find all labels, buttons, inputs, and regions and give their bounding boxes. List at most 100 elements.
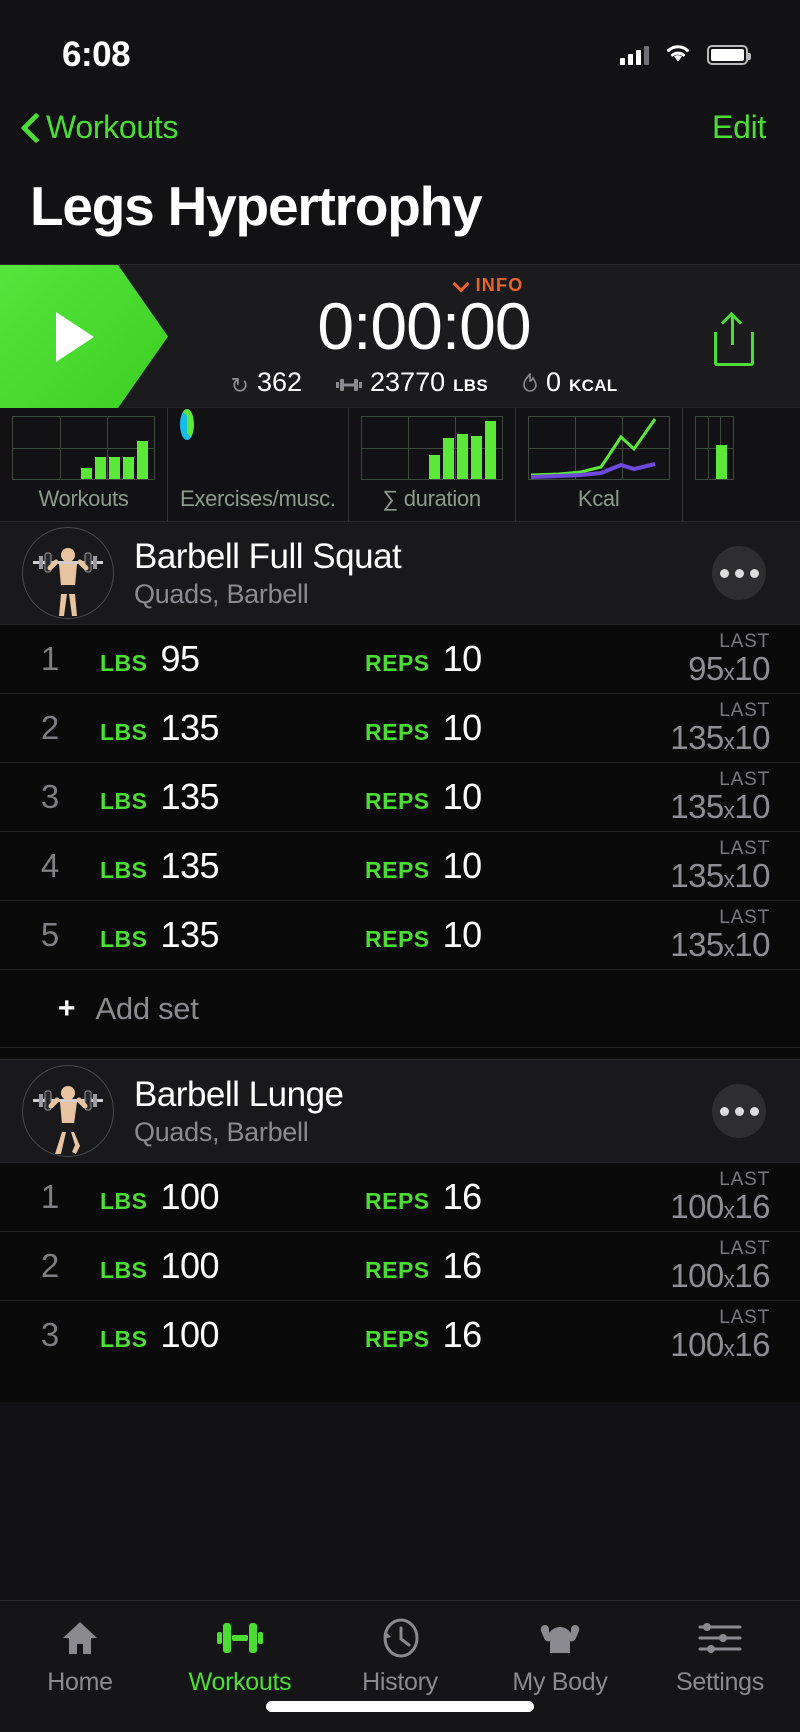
last-weight: 135 [670, 925, 724, 963]
last-caption: LAST [719, 630, 770, 652]
set-weight-field[interactable]: LBS 135 [100, 914, 365, 956]
set-number: 2 [40, 709, 60, 746]
reps-label: REPS [365, 650, 430, 676]
set-weight-field[interactable]: LBS 135 [100, 845, 365, 887]
set-reps-field[interactable]: REPS 16 [365, 1176, 482, 1218]
sliders-icon [697, 1615, 743, 1661]
stat-calories: 0 KCAL [522, 367, 617, 398]
tab-home[interactable]: Home [0, 1615, 160, 1697]
reps-label: REPS [365, 788, 430, 814]
set-weight-field[interactable]: LBS 100 [100, 1176, 365, 1218]
edit-button[interactable]: Edit [712, 109, 766, 146]
navigation-bar: Workouts Edit [0, 92, 800, 162]
add-set-button[interactable]: + Add set [0, 969, 800, 1047]
table-row[interactable]: 4 LBS 135 REPS 10 LAST 135x10 [0, 831, 800, 900]
set-last-performance: LAST 135x10 [670, 699, 770, 756]
reps-label: REPS [365, 926, 430, 952]
timer-value: 0:00:00 [317, 288, 531, 363]
weight-label: LBS [100, 1188, 148, 1214]
table-row[interactable]: 1 LBS 100 REPS 16 LAST 100x16 [0, 1162, 800, 1231]
set-reps-field[interactable]: REPS 10 [365, 845, 482, 887]
tab-my-body[interactable]: My Body [480, 1615, 640, 1697]
last-weight: 95 [688, 649, 724, 687]
table-row[interactable]: 5 LBS 135 REPS 10 LAST 135x10 [0, 900, 800, 969]
exercise-header[interactable]: Barbell Lunge Quads, Barbell [0, 1059, 800, 1162]
exercise-more-options-button[interactable] [712, 546, 766, 600]
reps-value: 10 [442, 638, 483, 679]
weight-value: 95 [160, 638, 201, 679]
exercise-more-options-button[interactable] [712, 1084, 766, 1138]
set-reps-field[interactable]: REPS 10 [365, 707, 482, 749]
set-weight-field[interactable]: LBS 100 [100, 1314, 365, 1356]
start-workout-button[interactable] [0, 265, 168, 408]
chart-duration[interactable]: ∑ duration [347, 408, 515, 521]
set-last-performance: LAST 100x16 [670, 1307, 770, 1363]
chart-exercises-muscles[interactable]: Exercises/musc. [167, 408, 348, 521]
reps-value: 10 [442, 845, 483, 886]
reps-value: 10 [442, 914, 483, 955]
set-last-performance: LAST 100x16 [670, 1238, 770, 1294]
multiply-icon: x [723, 728, 735, 754]
reps-value: 16 [442, 1245, 483, 1286]
set-number: 3 [40, 778, 60, 815]
set-reps-field[interactable]: REPS 16 [365, 1245, 482, 1287]
tab-workouts[interactable]: Workouts [160, 1615, 320, 1697]
last-weight: 100 [670, 1187, 724, 1225]
share-button[interactable] [710, 315, 758, 367]
wifi-icon [663, 42, 693, 69]
home-icon [60, 1615, 100, 1661]
tab-history[interactable]: History [320, 1615, 480, 1697]
chart-next-partial[interactable] [681, 408, 746, 521]
weight-value: 100 [160, 1314, 220, 1355]
chart-workouts[interactable]: Workouts [0, 408, 167, 521]
weight-value: 135 [160, 776, 220, 817]
set-reps-field[interactable]: REPS 16 [365, 1314, 482, 1356]
set-weight-field[interactable]: LBS 135 [100, 707, 365, 749]
chart-kcal[interactable]: Kcal [514, 408, 682, 521]
chart-duration-label: ∑ duration [382, 486, 482, 511]
table-row[interactable]: 2 LBS 100 REPS 16 LAST 100x16 [0, 1231, 800, 1300]
last-reps: 16 [734, 1256, 770, 1294]
exercise-list[interactable]: Barbell Full Squat Quads, Barbell 1 LBS … [0, 521, 800, 1402]
section-divider [0, 1047, 800, 1059]
plus-icon: + [58, 991, 76, 1025]
status-bar-indicators [620, 42, 751, 69]
table-row[interactable]: 1 LBS 95 REPS 10 LAST 95x10 [0, 624, 800, 693]
status-bar: 6:08 [0, 0, 800, 92]
chevron-left-icon [18, 116, 40, 138]
last-reps: 10 [734, 718, 770, 756]
reps-label: REPS [365, 857, 430, 883]
weight-label: LBS [100, 1257, 148, 1283]
home-indicator [266, 1701, 534, 1712]
set-number: 5 [40, 916, 60, 953]
set-reps-field[interactable]: REPS 10 [365, 638, 482, 680]
set-number: 1 [40, 1178, 60, 1215]
tab-my-body-label: My Body [512, 1668, 608, 1696]
multiply-icon: x [723, 866, 735, 892]
back-button[interactable]: Workouts [18, 109, 178, 146]
set-weight-field[interactable]: LBS 100 [100, 1245, 365, 1287]
exercise-name: Barbell Full Squat [134, 536, 402, 576]
set-weight-field[interactable]: LBS 135 [100, 776, 365, 818]
last-caption: LAST [719, 699, 770, 721]
page-title: Legs Hypertrophy [0, 162, 800, 264]
set-weight-field[interactable]: LBS 95 [100, 638, 365, 680]
play-triangle-icon [56, 311, 94, 362]
exercise-subtitle: Quads, Barbell [134, 578, 309, 609]
stats-charts-strip: Workouts Exercises/musc. ∑ duration Kcal [0, 407, 800, 521]
share-upload-icon [714, 332, 754, 366]
cellular-signal-icon [620, 45, 649, 65]
multiply-icon: x [723, 797, 735, 823]
table-row[interactable]: 3 LBS 100 REPS 16 LAST 100x16 [0, 1300, 800, 1369]
set-reps-field[interactable]: REPS 10 [365, 914, 482, 956]
set-reps-field[interactable]: REPS 10 [365, 776, 482, 818]
table-row[interactable]: 3 LBS 135 REPS 10 LAST 135x10 [0, 762, 800, 831]
chart-bars [696, 417, 733, 479]
tab-settings[interactable]: Settings [640, 1615, 800, 1697]
table-row[interactable]: 2 LBS 135 REPS 10 LAST 135x10 [0, 693, 800, 762]
chart-duration-plot [360, 416, 503, 480]
multiply-icon: x [723, 935, 735, 961]
chart-bars [13, 417, 154, 479]
multiply-icon: x [723, 1266, 735, 1292]
exercise-header[interactable]: Barbell Full Squat Quads, Barbell [0, 521, 800, 624]
